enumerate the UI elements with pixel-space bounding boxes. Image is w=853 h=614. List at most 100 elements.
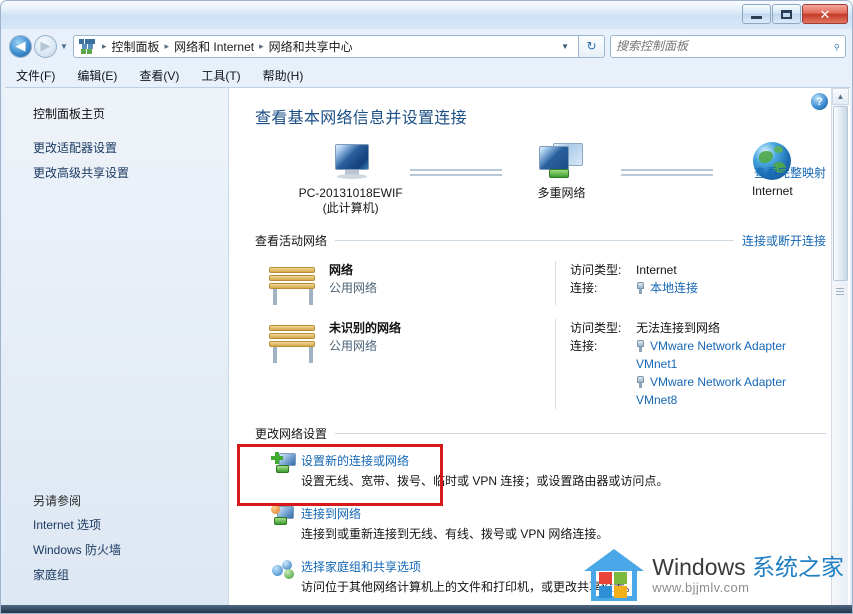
breadcrumb-item-network-internet[interactable]: 网络和 Internet	[174, 38, 254, 55]
breadcrumb[interactable]: ▸ 控制面板 ▸ 网络和 Internet ▸ 网络和共享中心 ▼	[73, 34, 579, 58]
network-type-1: 公用网络	[329, 281, 378, 295]
search-input[interactable]	[616, 39, 833, 53]
maximize-icon	[781, 9, 792, 19]
sidebar-item-windows-firewall[interactable]: Windows 防火墙	[5, 538, 229, 563]
window-body: 控制面板主页 更改适配器设置 更改高级共享设置 另请参阅 Internet 选项…	[5, 87, 850, 612]
connection-link-local[interactable]: 本地连接	[636, 279, 698, 297]
breadcrumb-item-control-panel[interactable]: 控制面板	[112, 38, 160, 55]
address-bar: ◀ ▶ ▼ ▸ 控制面板 ▸ 网络和 Internet ▸ 网络和共享中心 ▼ …	[1, 29, 852, 63]
task-setup-new-connection-link[interactable]: 设置新的连接或网络	[301, 452, 826, 470]
connections-row-1: 连接: 本地连接	[570, 279, 826, 297]
connection-icon	[636, 376, 645, 388]
content-inner: 查看基本网络信息并设置连接 PC-20131018EWIF (此计算机) 多重网…	[229, 88, 850, 603]
connection-link-vmnet1[interactable]: VMware Network Adapter VMnet1	[636, 337, 826, 373]
breadcrumb-item-network-sharing-center[interactable]: 网络和共享中心	[269, 38, 353, 55]
change-settings-header: 更改网络设置	[255, 425, 826, 442]
minimize-icon	[751, 16, 762, 19]
sidebar: 控制面板主页 更改适配器设置 更改高级共享设置 另请参阅 Internet 选项…	[5, 88, 229, 612]
watermark-brand-en: Windows	[652, 554, 752, 581]
minimize-button[interactable]	[742, 4, 771, 24]
menu-help[interactable]: 帮助(H)	[260, 65, 307, 86]
watermark-text: Windows 系统之家 www.bjjmlv.com	[652, 555, 844, 595]
close-button[interactable]: ✕	[802, 4, 848, 24]
connect-to-network-icon	[271, 505, 297, 529]
active-network-row-1: 网络 公用网络 访问类型: Internet 连接: 本地连接	[253, 251, 826, 309]
change-settings-heading: 更改网络设置	[255, 427, 328, 441]
maximize-button[interactable]	[772, 4, 801, 24]
new-connection-icon	[271, 452, 297, 476]
active-network-row-2: 未识别的网络 公用网络 访问类型: 无法连接到网络 连接: VMware Net…	[253, 309, 826, 413]
network-map: PC-20131018EWIF (此计算机) 多重网络 Internet 查看完…	[253, 138, 826, 226]
watermark-title: Windows 系统之家	[652, 555, 844, 580]
homegroup-icon	[271, 558, 297, 582]
search-box[interactable]: ⌕	[610, 34, 846, 58]
network-identity-2[interactable]: 未识别的网络 公用网络	[265, 319, 555, 409]
network-details-1: 访问类型: Internet 连接: 本地连接	[555, 261, 826, 305]
forward-button[interactable]: ▶	[34, 34, 57, 58]
breadcrumb-separator-1: ▸	[164, 40, 170, 51]
header-rule	[335, 240, 734, 241]
connect-to-network-icon-wrap	[271, 505, 301, 544]
menu-bar: 文件(F) 编辑(E) 查看(V) 工具(T) 帮助(H)	[1, 63, 852, 87]
refresh-button[interactable]: ↻	[579, 34, 605, 58]
see-also-heading: 另请参阅	[33, 494, 82, 508]
explorer-window: ✕ ◀ ▶ ▼ ▸ 控制面板 ▸ 网络和 Internet ▸ 网络和共享中心 …	[0, 0, 853, 614]
see-also-section: 另请参阅 Internet 选项 Windows 防火墙 家庭组	[5, 486, 229, 588]
connection-link-vmnet8-label: VMware Network Adapter VMnet8	[636, 375, 787, 407]
breadcrumb-separator-0: ▸	[102, 40, 107, 51]
content-pane: ? 查看基本网络信息并设置连接 PC-20131018EWIF (此计算机) 多…	[229, 88, 850, 612]
map-node-computer-sublabel: (此计算机)	[322, 201, 379, 215]
multiple-networks-icon	[535, 142, 587, 182]
map-connector-2	[615, 166, 719, 179]
sidebar-item-control-panel-home[interactable]: 控制面板主页	[5, 102, 228, 136]
sidebar-item-homegroup[interactable]: 家庭组	[5, 563, 229, 588]
connection-link-vmnet8[interactable]: VMware Network Adapter VMnet8	[636, 373, 826, 409]
connection-icon	[636, 282, 645, 294]
connections-label-1: 连接:	[570, 281, 598, 295]
titlebar-glass	[1, 1, 852, 15]
task-connect-to-network-desc: 连接到或重新连接到无线、有线、拨号或 VPN 网络连接。	[301, 527, 609, 541]
access-type-row-1: 访问类型: Internet	[570, 261, 826, 279]
network-details-2: 访问类型: 无法连接到网络 连接: VMware Network Adapter…	[555, 319, 826, 409]
access-type-value-1: Internet	[636, 263, 677, 277]
vertical-scrollbar[interactable]: ▲	[831, 88, 849, 609]
new-connection-icon-wrap	[271, 452, 301, 491]
network-identity-1[interactable]: 网络 公用网络	[265, 261, 555, 305]
task-connect-to-network[interactable]: 连接到网络 连接到或重新连接到无线、有线、拨号或 VPN 网络连接。	[253, 497, 826, 550]
task-connect-to-network-link[interactable]: 连接到网络	[301, 505, 826, 523]
task-setup-new-connection-text: 设置新的连接或网络 设置无线、宽带、拨号、临时或 VPN 连接；或设置路由器或访…	[301, 452, 826, 491]
network-name-1: 网络	[329, 263, 354, 277]
computer-icon	[329, 142, 373, 182]
recent-pages-dropdown[interactable]: ▼	[57, 42, 71, 51]
sidebar-item-change-advanced-sharing[interactable]: 更改高级共享设置	[5, 161, 228, 186]
active-networks-heading: 查看活动网络	[255, 234, 328, 248]
connection-link-local-label: 本地连接	[650, 281, 699, 295]
map-node-computer-label: PC-20131018EWIF	[298, 186, 403, 200]
menu-edit[interactable]: 编辑(E)	[74, 65, 120, 86]
task-setup-new-connection[interactable]: 设置新的连接或网络 设置无线、宽带、拨号、临时或 VPN 连接；或设置路由器或访…	[253, 444, 826, 497]
connections-label-2: 连接:	[570, 339, 598, 353]
breadcrumb-dropdown-icon[interactable]: ▼	[556, 42, 574, 51]
window-controls: ✕	[742, 4, 848, 24]
sidebar-item-change-adapter-settings[interactable]: 更改适配器设置	[5, 136, 228, 161]
access-type-label-1: 访问类型:	[570, 263, 622, 277]
connect-disconnect-link[interactable]: 连接或断开连接	[734, 232, 826, 249]
map-node-computer[interactable]: PC-20131018EWIF (此计算机)	[297, 142, 404, 216]
access-type-value-2: 无法连接到网络	[636, 321, 721, 335]
menu-file[interactable]: 文件(F)	[13, 65, 58, 86]
map-node-multiple-networks[interactable]: 多重网络	[508, 142, 615, 201]
menu-tools[interactable]: 工具(T)	[198, 65, 243, 86]
back-button[interactable]: ◀	[9, 34, 32, 58]
scroll-up-arrow[interactable]: ▲	[832, 88, 849, 105]
homegroup-icon-wrap	[271, 558, 301, 597]
sidebar-item-internet-options[interactable]: Internet 选项	[5, 513, 229, 538]
map-connector-1	[404, 166, 508, 179]
taskbar-edge	[1, 605, 852, 613]
map-node-internet-label: Internet	[751, 184, 793, 198]
menu-view[interactable]: 查看(V)	[136, 65, 182, 86]
refresh-icon: ↻	[586, 39, 597, 53]
view-full-map-link[interactable]: 查看完整映射	[754, 164, 826, 181]
connection-icon	[636, 340, 645, 352]
scrollbar-thumb[interactable]	[833, 106, 848, 281]
network-type-2: 公用网络	[329, 339, 378, 353]
